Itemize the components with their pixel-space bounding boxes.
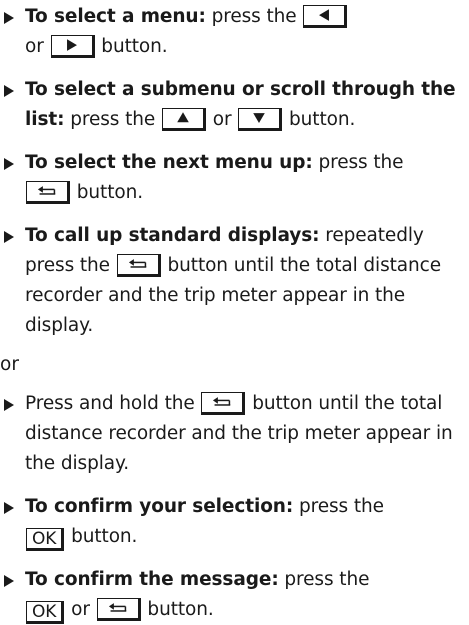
instruction-page: To select a menu: press the or button. T… [0,0,469,624]
instruction-text: press the [70,109,156,130]
bullet-triangle-icon [4,399,14,411]
instruction-text: or [71,599,90,620]
instruction-standard-displays: To call up standard displays: repeatedly… [0,221,463,341]
back-button [26,181,70,204]
ok-button: OK [26,601,65,624]
back-button [96,598,141,621]
back-icon [37,186,56,195]
instruction-lead: To select a menu: [25,6,206,27]
bullet-triangle-icon [4,575,14,587]
instruction-select-menu: To select a menu: press the or button. [0,2,463,62]
instruction-text: button. [71,526,138,547]
instruction-confirm-message: To confirm the message: press the OK or … [0,565,463,625]
back-icon [108,603,126,612]
instruction-lead: To confirm the message: [25,569,279,590]
instruction-text: press the [318,152,404,173]
back-button [201,392,246,415]
left-arrow-button [303,5,348,28]
down-arrow-button [238,108,283,131]
instruction-text: button. [289,109,356,130]
bullet-triangle-icon [4,85,14,97]
instruction-lead: To select the next menu up: [25,152,313,173]
instruction-lead: To confirm your selection: [25,496,294,517]
instruction-text: or [212,109,232,130]
instruction-confirm-selection: To confirm your selection: press the OK … [0,492,463,552]
instruction-text: press the [298,496,384,517]
back-button [116,254,161,277]
up-arrow-button [161,108,206,131]
instruction-text: or [25,36,44,57]
bullet-triangle-icon [4,158,14,170]
instruction-lead: To call up standard displays: [25,225,320,246]
ok-button: OK [26,528,65,551]
bullet-triangle-icon [4,502,14,514]
instruction-select-submenu: To select a submenu or scroll through th… [0,75,463,135]
instruction-menu-up: To select the next menu up: press the bu… [0,148,463,208]
instruction-text: Press and hold the [25,393,195,414]
bullet-triangle-icon [4,12,14,24]
instruction-text: press the [284,569,370,590]
instruction-text: button. [147,599,214,620]
back-icon [213,397,231,406]
back-icon [128,259,146,268]
instruction-text: button. [101,36,168,57]
instruction-text: press the [211,6,297,27]
right-arrow-button [50,35,95,58]
bullet-triangle-icon [4,231,14,243]
instruction-press-hold: Press and hold the button until the tota… [0,389,463,479]
instruction-text: button. [76,182,143,203]
or-separator: or [0,354,19,375]
